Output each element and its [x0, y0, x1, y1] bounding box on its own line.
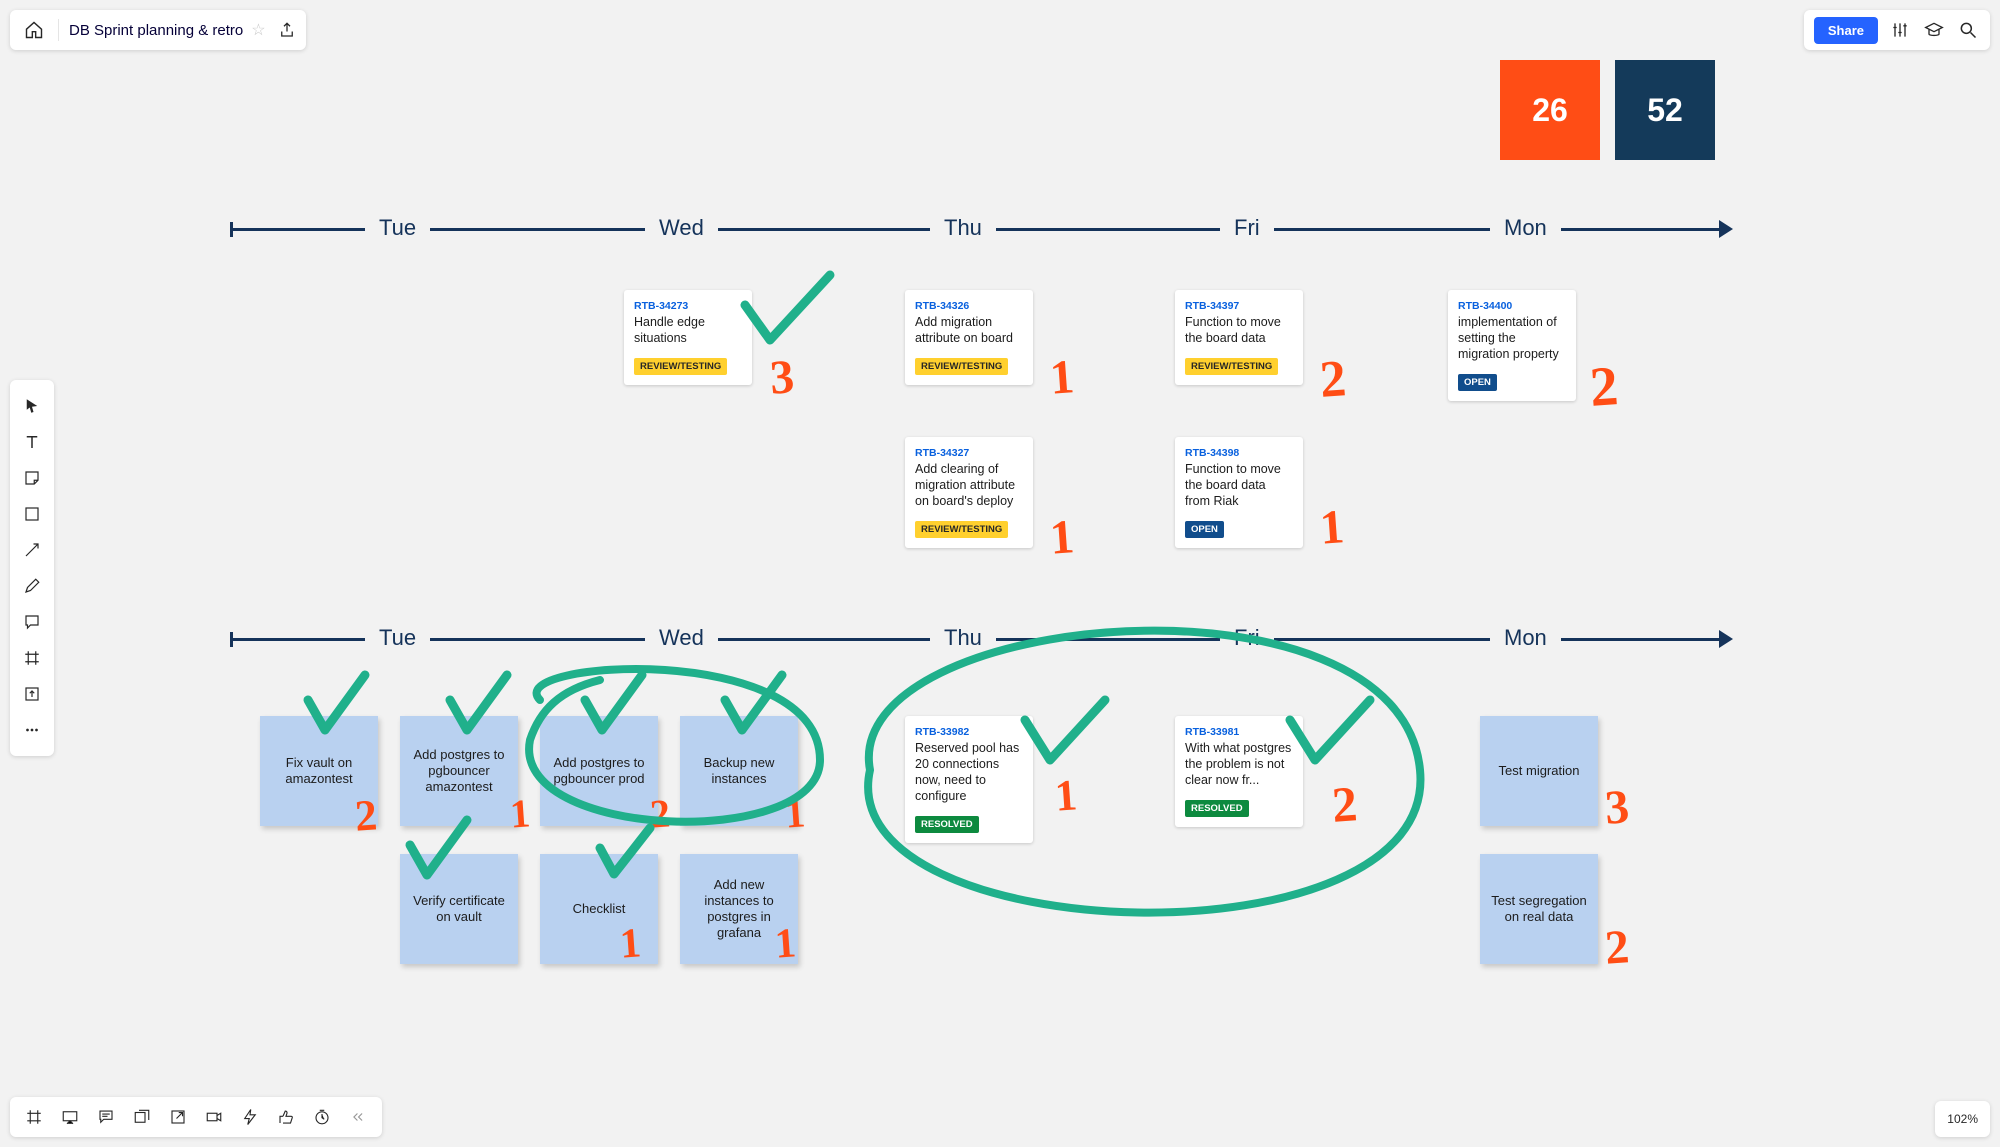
tl2-mon: Mon — [1490, 625, 1561, 651]
tl2-tue: Tue — [365, 625, 430, 651]
tl1-wed: Wed — [645, 215, 718, 241]
card-id: RTB-33981 — [1185, 726, 1293, 738]
card-title: Reserved pool has 20 connections now, ne… — [915, 740, 1023, 804]
tl1-mon: Mon — [1490, 215, 1561, 241]
card-badge: OPEN — [1185, 521, 1224, 538]
tl1-fri: Fri — [1220, 215, 1274, 241]
card-title: Add migration attribute on board — [915, 314, 1023, 346]
card-badge: RESOLVED — [1185, 800, 1249, 817]
card-id: RTB-34397 — [1185, 300, 1293, 312]
card-badge: RESOLVED — [915, 816, 979, 833]
card-badge: REVIEW/TESTING — [634, 358, 727, 375]
card-title: Add clearing of migration attribute on b… — [915, 461, 1023, 509]
score-orange[interactable]: 26 — [1500, 60, 1600, 160]
sticky-verify-cert[interactable]: Verify certificate on vault — [400, 854, 518, 964]
card-badge: REVIEW/TESTING — [1185, 358, 1278, 375]
tl2-wed: Wed — [645, 625, 718, 651]
anno-num: 2 — [1603, 919, 1631, 976]
card-id: RTB-34326 — [915, 300, 1023, 312]
sticky-test-segregation[interactable]: Test segregation on real data — [1480, 854, 1598, 964]
anno-num: 1 — [1318, 499, 1346, 556]
anno-num: 2 — [1318, 349, 1348, 410]
card-rtb-33981[interactable]: RTB-33981 With what postgres the problem… — [1175, 716, 1303, 827]
anno-num: 3 — [1603, 779, 1631, 836]
card-id: RTB-34327 — [915, 447, 1023, 459]
card-rtb-34326[interactable]: RTB-34326 Add migration attribute on boa… — [905, 290, 1033, 385]
card-rtb-33982[interactable]: RTB-33982 Reserved pool has 20 connectio… — [905, 716, 1033, 843]
timeline-1: Tue Wed Thu Fri Mon — [230, 215, 1730, 243]
anno-num: 1 — [1053, 769, 1079, 821]
anno-num: 3 — [768, 349, 796, 406]
sticky-test-migration[interactable]: Test migration — [1480, 716, 1598, 826]
tl2-fri: Fri — [1220, 625, 1274, 651]
anno-num: 2 — [1588, 354, 1620, 420]
ink-layer — [0, 0, 2000, 1147]
sticky-checklist[interactable]: Checklist — [540, 854, 658, 964]
card-badge: OPEN — [1458, 374, 1497, 391]
anno-num: 2 — [1330, 774, 1359, 834]
card-id: RTB-33982 — [915, 726, 1023, 738]
card-title: Handle edge situations — [634, 314, 742, 346]
canvas[interactable]: 26 52 Tue Wed Thu Fri Mon Tue Wed Thu Fr… — [0, 0, 2000, 1147]
sticky-pgbouncer-test[interactable]: Add postgres to pgbouncer amazontest — [400, 716, 518, 826]
sticky-fix-vault[interactable]: Fix vault on amazontest — [260, 716, 378, 826]
sticky-pgbouncer-prod[interactable]: Add postgres to pgbouncer prod — [540, 716, 658, 826]
anno-num: 1 — [1048, 349, 1076, 406]
card-rtb-34397[interactable]: RTB-34397 Function to move the board dat… — [1175, 290, 1303, 385]
card-title: implementation of setting the migration … — [1458, 314, 1566, 362]
card-rtb-34398[interactable]: RTB-34398 Function to move the board dat… — [1175, 437, 1303, 548]
sticky-grafana[interactable]: Add new instances to postgres in grafana — [680, 854, 798, 964]
tl1-thu: Thu — [930, 215, 996, 241]
card-badge: REVIEW/TESTING — [915, 358, 1008, 375]
card-id: RTB-34273 — [634, 300, 742, 312]
card-badge: REVIEW/TESTING — [915, 521, 1008, 538]
anno-num: 1 — [1048, 509, 1076, 566]
card-rtb-34400[interactable]: RTB-34400 implementation of setting the … — [1448, 290, 1576, 401]
card-rtb-34273[interactable]: RTB-34273 Handle edge situations REVIEW/… — [624, 290, 752, 385]
sticky-backup[interactable]: Backup new instances — [680, 716, 798, 826]
timeline-2: Tue Wed Thu Fri Mon — [230, 625, 1730, 653]
card-id: RTB-34400 — [1458, 300, 1566, 312]
card-rtb-34327[interactable]: RTB-34327 Add clearing of migration attr… — [905, 437, 1033, 548]
card-title: Function to move the board data from Ria… — [1185, 461, 1293, 509]
card-id: RTB-34398 — [1185, 447, 1293, 459]
tl1-tue: Tue — [365, 215, 430, 241]
card-title: With what postgres the problem is not cl… — [1185, 740, 1293, 788]
card-title: Function to move the board data — [1185, 314, 1293, 346]
score-navy[interactable]: 52 — [1615, 60, 1715, 160]
tl2-thu: Thu — [930, 625, 996, 651]
